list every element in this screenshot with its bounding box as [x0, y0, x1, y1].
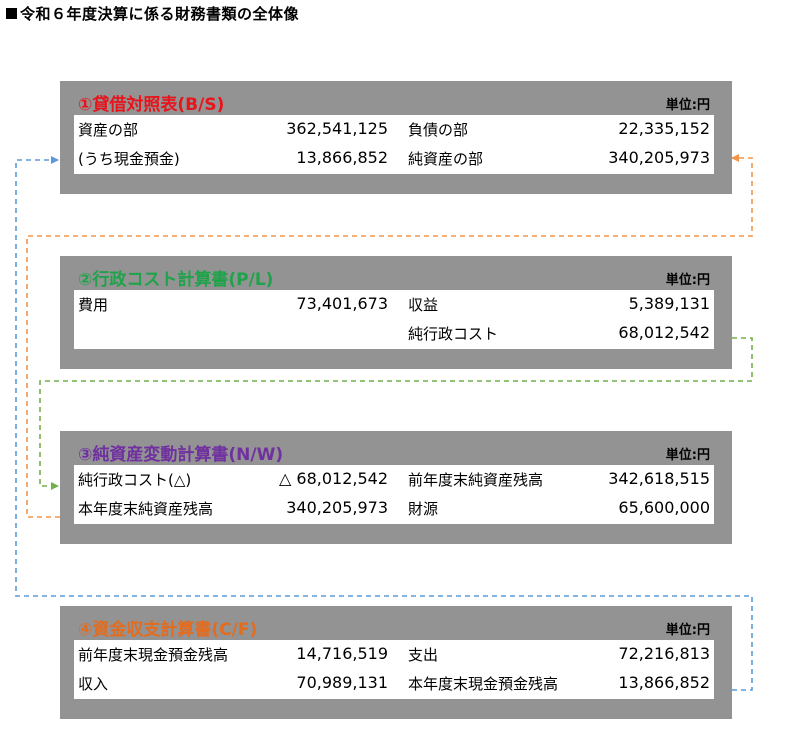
row-value: 65,600,000: [618, 498, 710, 517]
panel-balance-sheet: ①貸借対照表(B/S) 単位:円 資産の部 362,541,125 負債の部 2…: [60, 81, 732, 194]
row-label: 純行政コスト: [408, 325, 499, 343]
panel-header: ②行政コスト計算書(P/L) 単位:円: [78, 263, 714, 290]
row-value: 13,866,852: [618, 673, 710, 692]
panel-cost-statement: ②行政コスト計算書(P/L) 単位:円 費用 73,401,673 収益 5,3…: [60, 256, 732, 369]
panel-body: 前年度末現金預金残高 14,716,519 支出 72,216,813 収入 7…: [74, 640, 714, 699]
row-label: 本年度末現金預金残高: [408, 675, 559, 693]
table-row: 純行政コスト 68,012,542: [74, 319, 714, 347]
row-value: 362,541,125: [286, 119, 388, 138]
panel-cash-flow-statement: ④資金収支計算書(C/F) 単位:円 前年度末現金預金残高 14,716,519…: [60, 606, 732, 719]
row-value: 68,012,542: [618, 323, 710, 342]
unit-label: 単位:円: [665, 273, 710, 288]
row-value: △ 68,012,542: [279, 469, 388, 488]
panel-header: ③純資産変動計算書(N/W) 単位:円: [78, 438, 714, 465]
row-value: 72,216,813: [618, 644, 710, 663]
unit-label: 単位:円: [665, 98, 710, 113]
row-label: 本年度末純資産残高: [78, 500, 214, 518]
row-label: 収益: [408, 296, 439, 314]
panel-body: 純行政コスト(△) △ 68,012,542 前年度末純資産残高 342,618…: [74, 465, 714, 524]
row-label: 純資産の部: [408, 150, 484, 168]
row-value: 13,866,852: [296, 148, 388, 167]
row-value: 14,716,519: [296, 644, 388, 663]
panel-title: ①貸借対照表(B/S): [78, 95, 225, 115]
row-label: 資産の部: [78, 121, 139, 139]
row-label: 前年度末純資産残高: [408, 471, 544, 489]
row-label: 支出: [408, 646, 439, 664]
panel-net-assets-statement: ③純資産変動計算書(N/W) 単位:円 純行政コスト(△) △ 68,012,5…: [60, 431, 732, 544]
row-label: 収入: [78, 675, 109, 693]
table-row: 収入 70,989,131 本年度末現金預金残高 13,866,852: [74, 669, 714, 697]
row-label: (うち現金預金): [78, 150, 180, 168]
unit-label: 単位:円: [665, 448, 710, 463]
row-value: 73,401,673: [296, 294, 388, 313]
panel-body: 費用 73,401,673 収益 5,389,131 純行政コスト 68,012…: [74, 290, 714, 349]
table-row: 費用 73,401,673 収益 5,389,131: [74, 290, 714, 318]
panel-header: ①貸借対照表(B/S) 単位:円: [78, 88, 714, 115]
panel-title: ②行政コスト計算書(P/L): [78, 270, 274, 290]
panel-title: ④資金収支計算書(C/F): [78, 620, 258, 640]
table-row: 純行政コスト(△) △ 68,012,542 前年度末純資産残高 342,618…: [74, 465, 714, 493]
row-label: 前年度末現金預金残高: [78, 646, 229, 664]
row-value: 22,335,152: [618, 119, 710, 138]
row-value: 340,205,973: [608, 148, 710, 167]
table-row: (うち現金預金) 13,866,852 純資産の部 340,205,973: [74, 144, 714, 172]
row-label: 純行政コスト(△): [78, 471, 192, 489]
row-label: 財源: [408, 500, 439, 518]
panel-title: ③純資産変動計算書(N/W): [78, 445, 284, 465]
row-value: 342,618,515: [608, 469, 710, 488]
table-row: 資産の部 362,541,125 負債の部 22,335,152: [74, 115, 714, 143]
unit-label: 単位:円: [665, 623, 710, 638]
table-row: 本年度末純資産残高 340,205,973 財源 65,600,000: [74, 494, 714, 522]
table-row: 前年度末現金預金残高 14,716,519 支出 72,216,813: [74, 640, 714, 668]
panel-body: 資産の部 362,541,125 負債の部 22,335,152 (うち現金預金…: [74, 115, 714, 174]
row-value: 5,389,131: [628, 294, 710, 313]
row-label: 費用: [78, 296, 109, 314]
row-value: 70,989,131: [296, 673, 388, 692]
row-label: 負債の部: [408, 121, 469, 139]
row-value: 340,205,973: [286, 498, 388, 517]
panel-header: ④資金収支計算書(C/F) 単位:円: [78, 613, 714, 640]
